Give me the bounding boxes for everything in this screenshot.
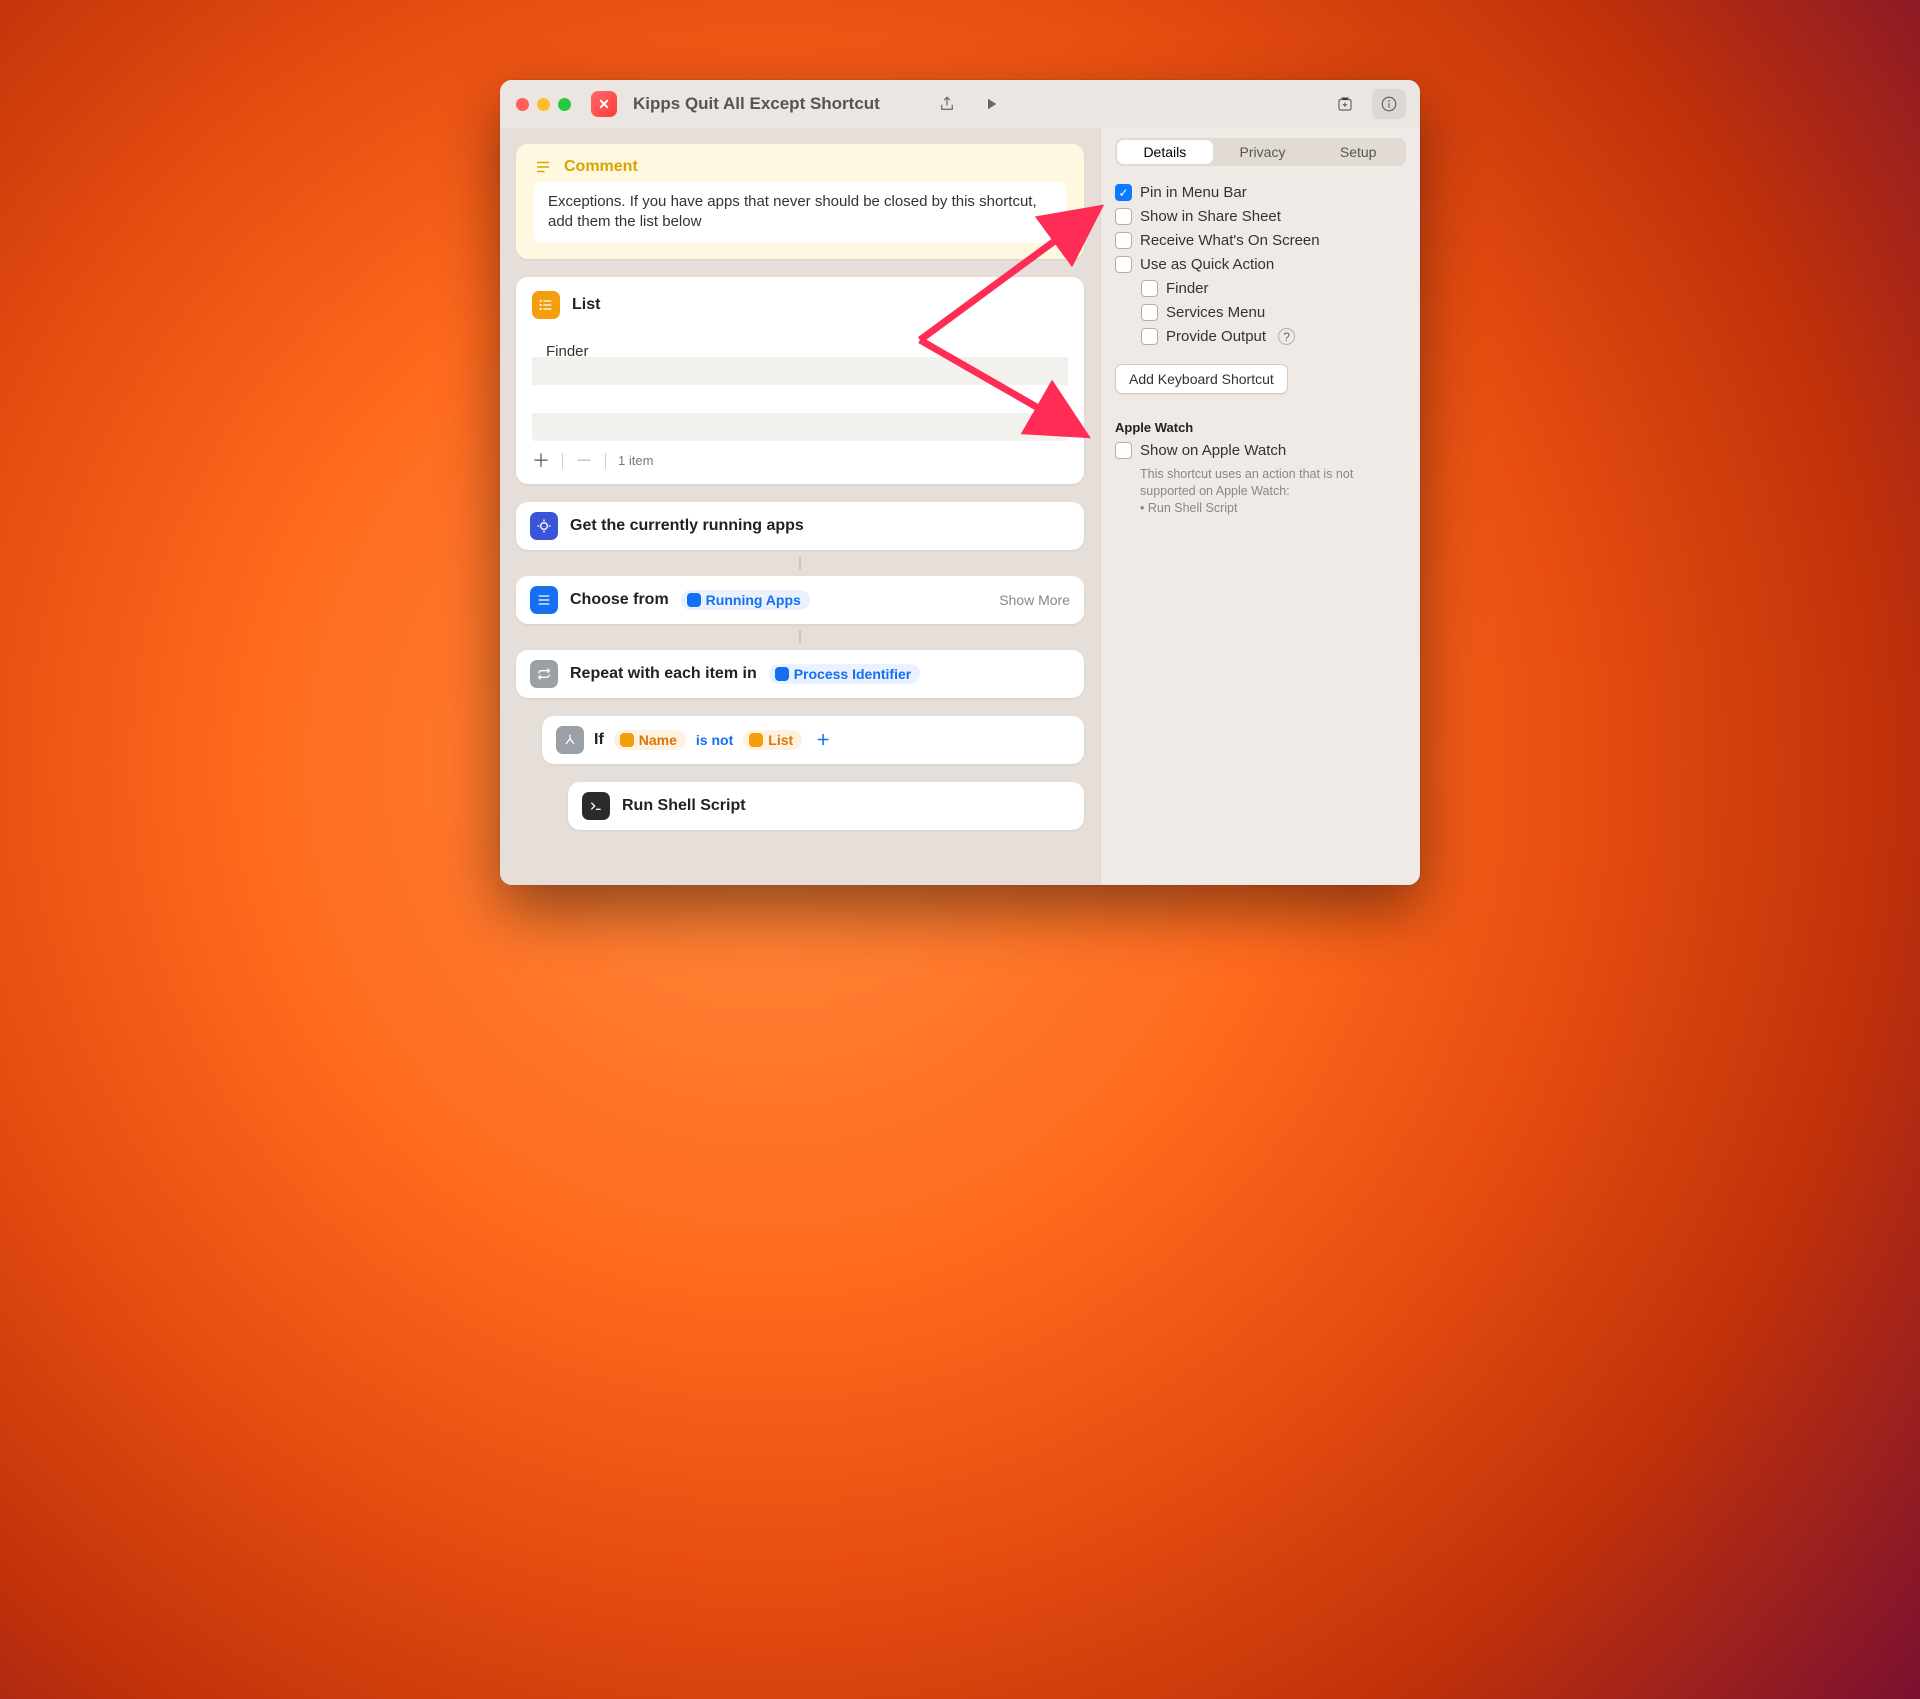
- list-contents[interactable]: Finder: [532, 329, 1068, 444]
- list-count: 1 item: [618, 453, 653, 468]
- checkbox-icon: [1115, 232, 1132, 249]
- watch-unsupported-hint: This shortcut uses an action that is not…: [1140, 466, 1406, 517]
- tab-setup[interactable]: Setup: [1310, 138, 1406, 166]
- window-title: Kipps Quit All Except Shortcut: [633, 94, 880, 114]
- process-id-token[interactable]: Process Identifier: [769, 664, 921, 684]
- checkbox-icon: [1115, 208, 1132, 225]
- list-variable-token[interactable]: List: [743, 730, 802, 750]
- list-item[interactable]: Finder: [546, 339, 1054, 360]
- comment-action[interactable]: Comment Exceptions. If you have apps tha…: [516, 144, 1084, 259]
- details-sidebar: Details Privacy Setup ✓ Pin in Menu Bar …: [1100, 128, 1420, 885]
- share-button[interactable]: [930, 89, 964, 119]
- repeat-action[interactable]: Repeat with each item in Process Identif…: [516, 650, 1084, 698]
- comment-icon: [534, 158, 552, 176]
- shortcuts-editor-window: ✕ Kipps Quit All Except Shortcut Comment: [500, 80, 1420, 885]
- add-keyboard-shortcut-button[interactable]: Add Keyboard Shortcut: [1115, 364, 1288, 394]
- qa-finder-checkbox[interactable]: Finder: [1141, 280, 1406, 297]
- checkbox-icon: [1141, 280, 1158, 297]
- apple-watch-heading: Apple Watch: [1115, 420, 1406, 435]
- close-icon[interactable]: [516, 98, 529, 111]
- receive-screen-checkbox[interactable]: Receive What's On Screen: [1115, 232, 1406, 249]
- share-sheet-checkbox[interactable]: Show in Share Sheet: [1115, 208, 1406, 225]
- checkbox-icon: [1141, 328, 1158, 345]
- branch-icon: [556, 726, 584, 754]
- quick-action-checkbox[interactable]: Use as Quick Action: [1115, 256, 1406, 273]
- show-more-button[interactable]: Show More: [999, 592, 1070, 608]
- zoom-icon[interactable]: [558, 98, 571, 111]
- list-footer: ＋ － 1 item: [532, 444, 1068, 470]
- qa-services-checkbox[interactable]: Services Menu: [1141, 304, 1406, 321]
- running-apps-token[interactable]: Running Apps: [681, 590, 810, 610]
- info-icon: [1380, 95, 1398, 113]
- choose-from-list-action[interactable]: Choose from Running Apps Show More: [516, 576, 1084, 624]
- sidebar-segmented-control[interactable]: Details Privacy Setup: [1115, 138, 1406, 166]
- shortcut-app-icon: ✕: [591, 91, 617, 117]
- help-icon[interactable]: ?: [1278, 328, 1295, 345]
- if-prefix: If: [594, 731, 604, 749]
- if-operator[interactable]: is not: [696, 732, 733, 748]
- name-variable-token[interactable]: Name: [614, 730, 686, 750]
- show-on-watch-checkbox[interactable]: Show on Apple Watch: [1115, 442, 1406, 459]
- tab-privacy[interactable]: Privacy: [1215, 138, 1311, 166]
- list-label: List: [572, 296, 600, 314]
- terminal-icon: [582, 792, 610, 820]
- library-icon: [1336, 95, 1354, 113]
- traffic-lights: [516, 98, 571, 111]
- info-button[interactable]: [1372, 89, 1406, 119]
- choose-icon: [530, 586, 558, 614]
- get-running-apps-label: Get the currently running apps: [570, 517, 804, 535]
- repeat-prefix: Repeat with each item in: [570, 665, 757, 683]
- run-shell-script-action[interactable]: Run Shell Script: [568, 782, 1084, 830]
- toggle-library-button[interactable]: [1328, 89, 1362, 119]
- comment-label: Comment: [564, 158, 638, 176]
- run-shell-script-label: Run Shell Script: [622, 797, 746, 815]
- apps-icon: [530, 512, 558, 540]
- checkbox-icon: [1141, 304, 1158, 321]
- connector-line: [799, 630, 801, 644]
- share-icon: [938, 95, 956, 113]
- list-remove-button[interactable]: －: [575, 452, 593, 470]
- list-add-button[interactable]: ＋: [532, 452, 550, 470]
- qa-output-checkbox[interactable]: Provide Output ?: [1141, 328, 1406, 345]
- titlebar: ✕ Kipps Quit All Except Shortcut: [500, 80, 1420, 128]
- checkbox-icon: [1115, 442, 1132, 459]
- comment-text[interactable]: Exceptions. If you have apps that never …: [534, 182, 1066, 243]
- minimize-icon[interactable]: [537, 98, 550, 111]
- choose-from-prefix: Choose from: [570, 591, 669, 609]
- checkbox-icon: ✓: [1115, 184, 1132, 201]
- if-action[interactable]: If Name is not List ＋: [542, 716, 1084, 764]
- get-running-apps-action[interactable]: Get the currently running apps: [516, 502, 1084, 550]
- checkbox-icon: [1115, 256, 1132, 273]
- tab-details[interactable]: Details: [1117, 140, 1213, 164]
- workflow-editor: Comment Exceptions. If you have apps tha…: [500, 128, 1100, 885]
- add-condition-button[interactable]: ＋: [812, 729, 834, 751]
- play-icon: [982, 95, 1000, 113]
- connector-line: [799, 556, 801, 570]
- run-button[interactable]: [974, 89, 1008, 119]
- pin-menu-bar-checkbox[interactable]: ✓ Pin in Menu Bar: [1115, 184, 1406, 201]
- list-icon: [532, 291, 560, 319]
- repeat-icon: [530, 660, 558, 688]
- list-action[interactable]: List Finder ＋ － 1 item: [516, 277, 1084, 484]
